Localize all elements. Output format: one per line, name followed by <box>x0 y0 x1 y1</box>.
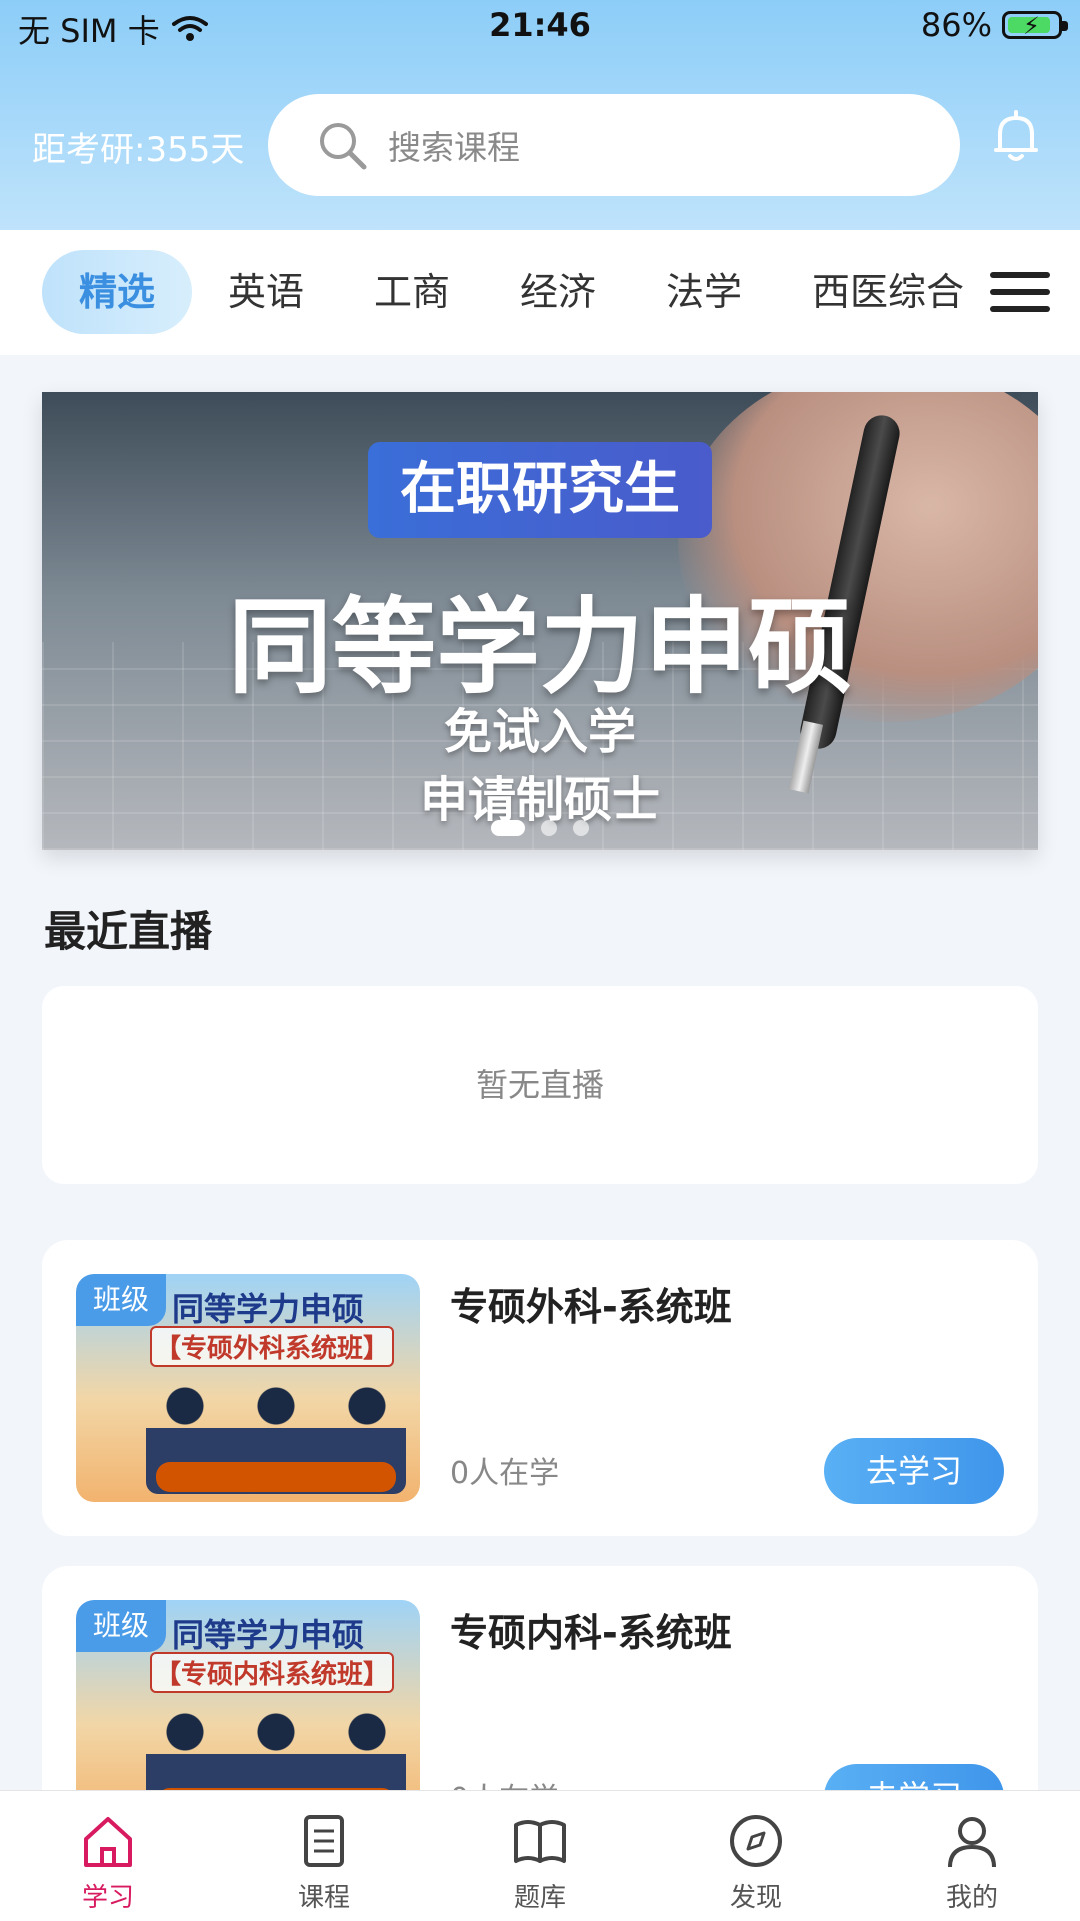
tab-western-medicine[interactable]: 西医综合 <box>812 230 964 355</box>
tab-label: 发现 <box>729 1883 782 1913</box>
battery-percent: 86% <box>920 6 992 44</box>
compass-icon <box>730 1815 782 1867</box>
tab-english[interactable]: 英语 <box>228 230 304 355</box>
thumbnail-subtitle: 【专硕内科系统班】 <box>150 1652 394 1693</box>
header: 无 SIM 卡 21:46 86% ⚡ 距考研:355天 搜索课程 <box>0 0 1080 230</box>
tab-label: 题库 <box>513 1883 566 1913</box>
search-bar[interactable]: 搜索课程 <box>268 94 960 196</box>
battery-icon: ⚡ <box>1002 11 1068 40</box>
course-badge: 班级 <box>76 1274 166 1326</box>
bell-icon[interactable] <box>992 110 1040 164</box>
carousel-dot[interactable] <box>541 820 557 836</box>
book-icon <box>514 1820 566 1863</box>
thumbnail-subtitle: 【专硕外科系统班】 <box>150 1326 394 1367</box>
live-empty-card: 暂无直播 <box>42 986 1038 1184</box>
tab-label: 学习 <box>81 1883 134 1913</box>
tab-law[interactable]: 法学 <box>666 230 742 355</box>
thumbnail-ribbon <box>156 1462 396 1492</box>
section-title-live: 最近直播 <box>44 907 213 956</box>
tab-selected[interactable]: 精选 <box>42 250 192 334</box>
home-icon <box>84 1817 132 1867</box>
promo-banner[interactable]: 在职研究生 同等学力申硕 免试入学 申请制硕士 <box>42 392 1038 850</box>
thumbnail-title: 同等学力申硕 <box>172 1616 365 1654</box>
course-name[interactable]: 专硕外科-系统班 <box>450 1276 732 1331</box>
tab-discover[interactable]: 发现 <box>648 1811 864 1914</box>
carousel-indicator <box>42 820 1038 836</box>
menu-icon[interactable] <box>990 268 1050 316</box>
course-badge: 班级 <box>76 1600 166 1652</box>
exam-countdown: 距考研:355天 <box>32 130 245 170</box>
course-card[interactable]: 班级 同等学力申硕 【专硕外科系统班】 专硕外科-系统班 0人在学 去学习 <box>42 1240 1038 1536</box>
tab-business[interactable]: 工商 <box>374 230 450 355</box>
category-tabs: 精选 英语 工商 经济 法学 西医综合 <box>0 230 1080 355</box>
banner-tag: 在职研究生 <box>368 442 712 538</box>
tab-economics[interactable]: 经济 <box>520 230 596 355</box>
search-placeholder: 搜索课程 <box>388 128 520 167</box>
learner-count: 0人在学 <box>450 1456 560 1491</box>
banner-headline: 同等学力申硕 <box>227 586 852 708</box>
status-time: 21:46 <box>489 6 591 44</box>
banner-line-1: 免试入学 <box>443 704 636 760</box>
status-right: 86% ⚡ <box>920 6 1068 44</box>
document-icon <box>304 1815 344 1867</box>
bottom-tab-bar: 学习 课程 题库 发现 我的 <box>0 1790 1080 1921</box>
course-thumbnail: 班级 同等学力申硕 【专硕外科系统班】 <box>76 1274 420 1502</box>
tab-label: 课程 <box>297 1883 350 1913</box>
tab-question-bank[interactable]: 题库 <box>432 1811 648 1914</box>
tab-study[interactable]: 学习 <box>0 1811 216 1914</box>
search-icon <box>320 123 367 170</box>
status-bar: 无 SIM 卡 21:46 86% ⚡ <box>0 0 1080 56</box>
go-study-button[interactable]: 去学习 <box>824 1438 1004 1504</box>
thumbnail-title: 同等学力申硕 <box>172 1290 365 1328</box>
person-icon <box>948 1817 996 1868</box>
tab-me[interactable]: 我的 <box>864 1811 1080 1914</box>
tab-label: 我的 <box>945 1883 998 1913</box>
carousel-dot[interactable] <box>491 820 525 836</box>
tab-courses[interactable]: 课程 <box>216 1811 432 1914</box>
carousel-dot[interactable] <box>573 820 589 836</box>
course-name[interactable]: 专硕内科-系统班 <box>450 1602 732 1657</box>
